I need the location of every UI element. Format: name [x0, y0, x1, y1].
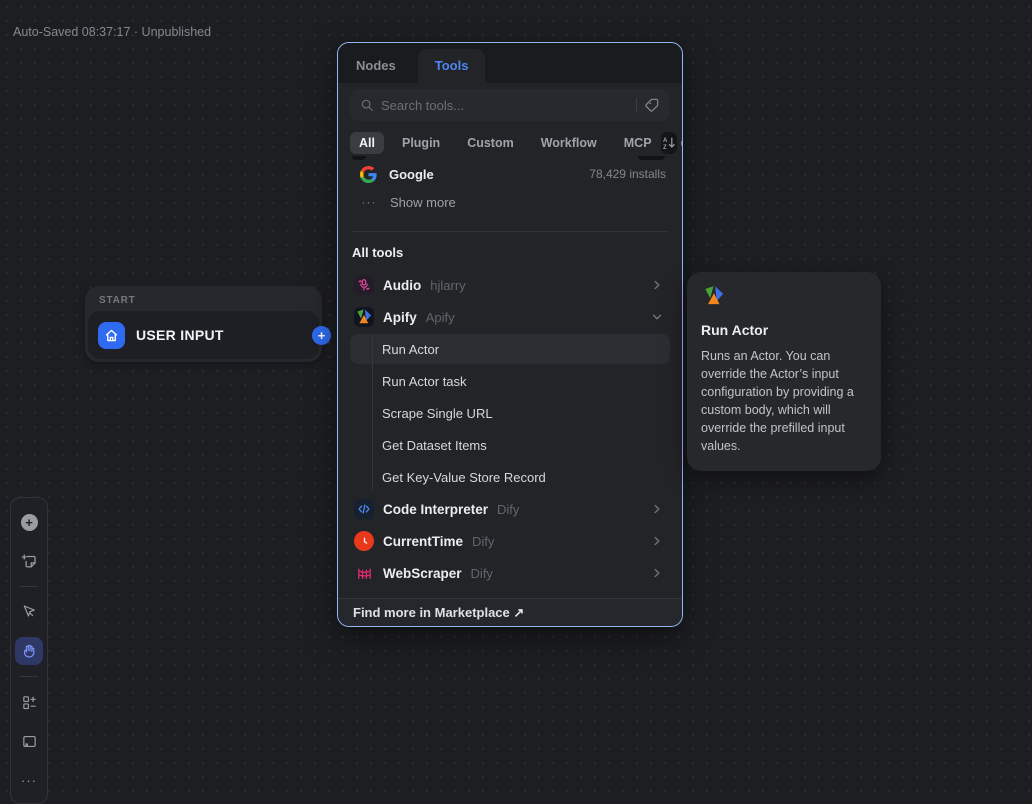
marketplace-plugin-row[interactable]: Google 78,429 installs: [350, 160, 670, 188]
user-input-node[interactable]: USER INPUT: [88, 311, 319, 359]
search-input[interactable]: [381, 98, 629, 113]
canvas-toolbar: + ···: [10, 497, 48, 804]
tool-item-run-actor[interactable]: Run Actor: [350, 334, 670, 364]
tool-row-audio[interactable]: Audio hjlarry: [350, 270, 670, 300]
filter-all[interactable]: All: [350, 132, 384, 154]
ellipsis-icon: ···: [360, 195, 378, 209]
fit-view-button[interactable]: [15, 727, 43, 755]
indent-guide: [372, 336, 373, 490]
add-next-node-button[interactable]: +: [312, 326, 331, 345]
svg-text:Z: Z: [663, 145, 667, 151]
tab-tools[interactable]: Tools: [418, 49, 486, 83]
tool-item-get-dataset-items[interactable]: Get Dataset Items: [350, 430, 670, 460]
all-tools-heading: All tools: [350, 245, 670, 260]
organize-button[interactable]: [15, 688, 43, 716]
show-more-button[interactable]: ··· Show more: [350, 188, 670, 216]
search-box[interactable]: [350, 89, 670, 121]
search-divider: [636, 98, 637, 112]
panel-body: All Plugin Custom Workflow MCP AZ Google…: [338, 83, 682, 598]
plugin-name: Google: [389, 167, 434, 182]
node-title: USER INPUT: [136, 327, 224, 343]
chevron-right-icon: [650, 502, 664, 516]
panel-tabs: Nodes Tools: [338, 43, 682, 83]
autosave-status: Auto-Saved 08:37:17 · Unpublished: [13, 25, 211, 39]
note-add-icon: [21, 553, 38, 570]
tool-row-code-interpreter[interactable]: Code Interpreter Dify: [350, 494, 670, 524]
install-count: 78,429 installs: [589, 167, 666, 181]
scrolled-row-sliver: [350, 156, 670, 160]
code-icon: [354, 499, 374, 519]
toolbar-divider: [20, 586, 38, 587]
marketplace-footer-link[interactable]: Find more in Marketplace ↗: [338, 598, 682, 626]
tag-icon[interactable]: [644, 97, 660, 113]
svg-text:A: A: [663, 138, 668, 144]
filter-custom[interactable]: Custom: [458, 132, 523, 154]
ellipsis-icon: ···: [21, 773, 37, 788]
clock-icon: [354, 531, 374, 551]
more-options-button[interactable]: ···: [15, 766, 43, 794]
tool-item-get-key-value-store-record[interactable]: Get Key-Value Store Record: [350, 462, 670, 492]
organize-icon: [21, 694, 38, 711]
audio-icon: [354, 275, 374, 295]
block-selector-panel: Nodes Tools All Plugin Custom Workflow M…: [337, 42, 683, 627]
apify-icon: [701, 283, 867, 309]
tab-nodes[interactable]: Nodes: [356, 49, 396, 83]
google-logo-icon: [360, 166, 377, 183]
filter-row: All Plugin Custom Workflow MCP AZ: [350, 131, 670, 155]
spider-web-icon: [354, 563, 374, 583]
tree-view-button[interactable]: [680, 132, 682, 154]
start-node[interactable]: START USER INPUT +: [85, 286, 322, 362]
fit-view-icon: [21, 733, 38, 750]
hand-mode-button[interactable]: [15, 637, 43, 665]
tool-row-webscraper[interactable]: WebScraper Dify: [350, 558, 670, 588]
sort-az-icon: AZ: [661, 135, 677, 151]
chevron-right-icon: [650, 278, 664, 292]
sort-button[interactable]: AZ: [661, 132, 677, 154]
tool-row-apify[interactable]: Apify Apify: [350, 302, 670, 332]
chevron-right-icon: [650, 534, 664, 548]
tool-item-run-actor-task[interactable]: Run Actor task: [350, 366, 670, 396]
tool-row-currenttime[interactable]: CurrentTime Dify: [350, 526, 670, 556]
filter-workflow[interactable]: Workflow: [532, 132, 606, 154]
section-divider: [352, 231, 668, 232]
search-icon: [360, 98, 374, 112]
apify-icon: [354, 307, 374, 327]
toolbar-divider: [20, 676, 38, 677]
tree-icon: [680, 135, 682, 152]
chevron-right-icon: [650, 566, 664, 580]
hand-icon: [21, 643, 37, 659]
chevron-down-icon: [650, 310, 664, 324]
add-note-button[interactable]: [15, 547, 43, 575]
tooltip-title: Run Actor: [701, 322, 867, 338]
tooltip-description: Runs an Actor. You can override the Acto…: [701, 347, 867, 455]
plus-circle-icon: +: [21, 514, 38, 531]
apify-children: Run Actor Run Actor task Scrape Single U…: [350, 334, 670, 492]
start-node-header: START: [85, 286, 322, 311]
pointer-mode-button[interactable]: [15, 598, 43, 626]
filter-mcp[interactable]: MCP: [615, 132, 661, 154]
cursor-icon: [21, 604, 37, 620]
add-node-button[interactable]: +: [15, 508, 43, 536]
filter-plugin[interactable]: Plugin: [393, 132, 449, 154]
tool-detail-tooltip: Run Actor Runs an Actor. You can overrid…: [687, 272, 881, 471]
home-icon: [98, 322, 125, 349]
tool-item-scrape-single-url[interactable]: Scrape Single URL: [350, 398, 670, 428]
